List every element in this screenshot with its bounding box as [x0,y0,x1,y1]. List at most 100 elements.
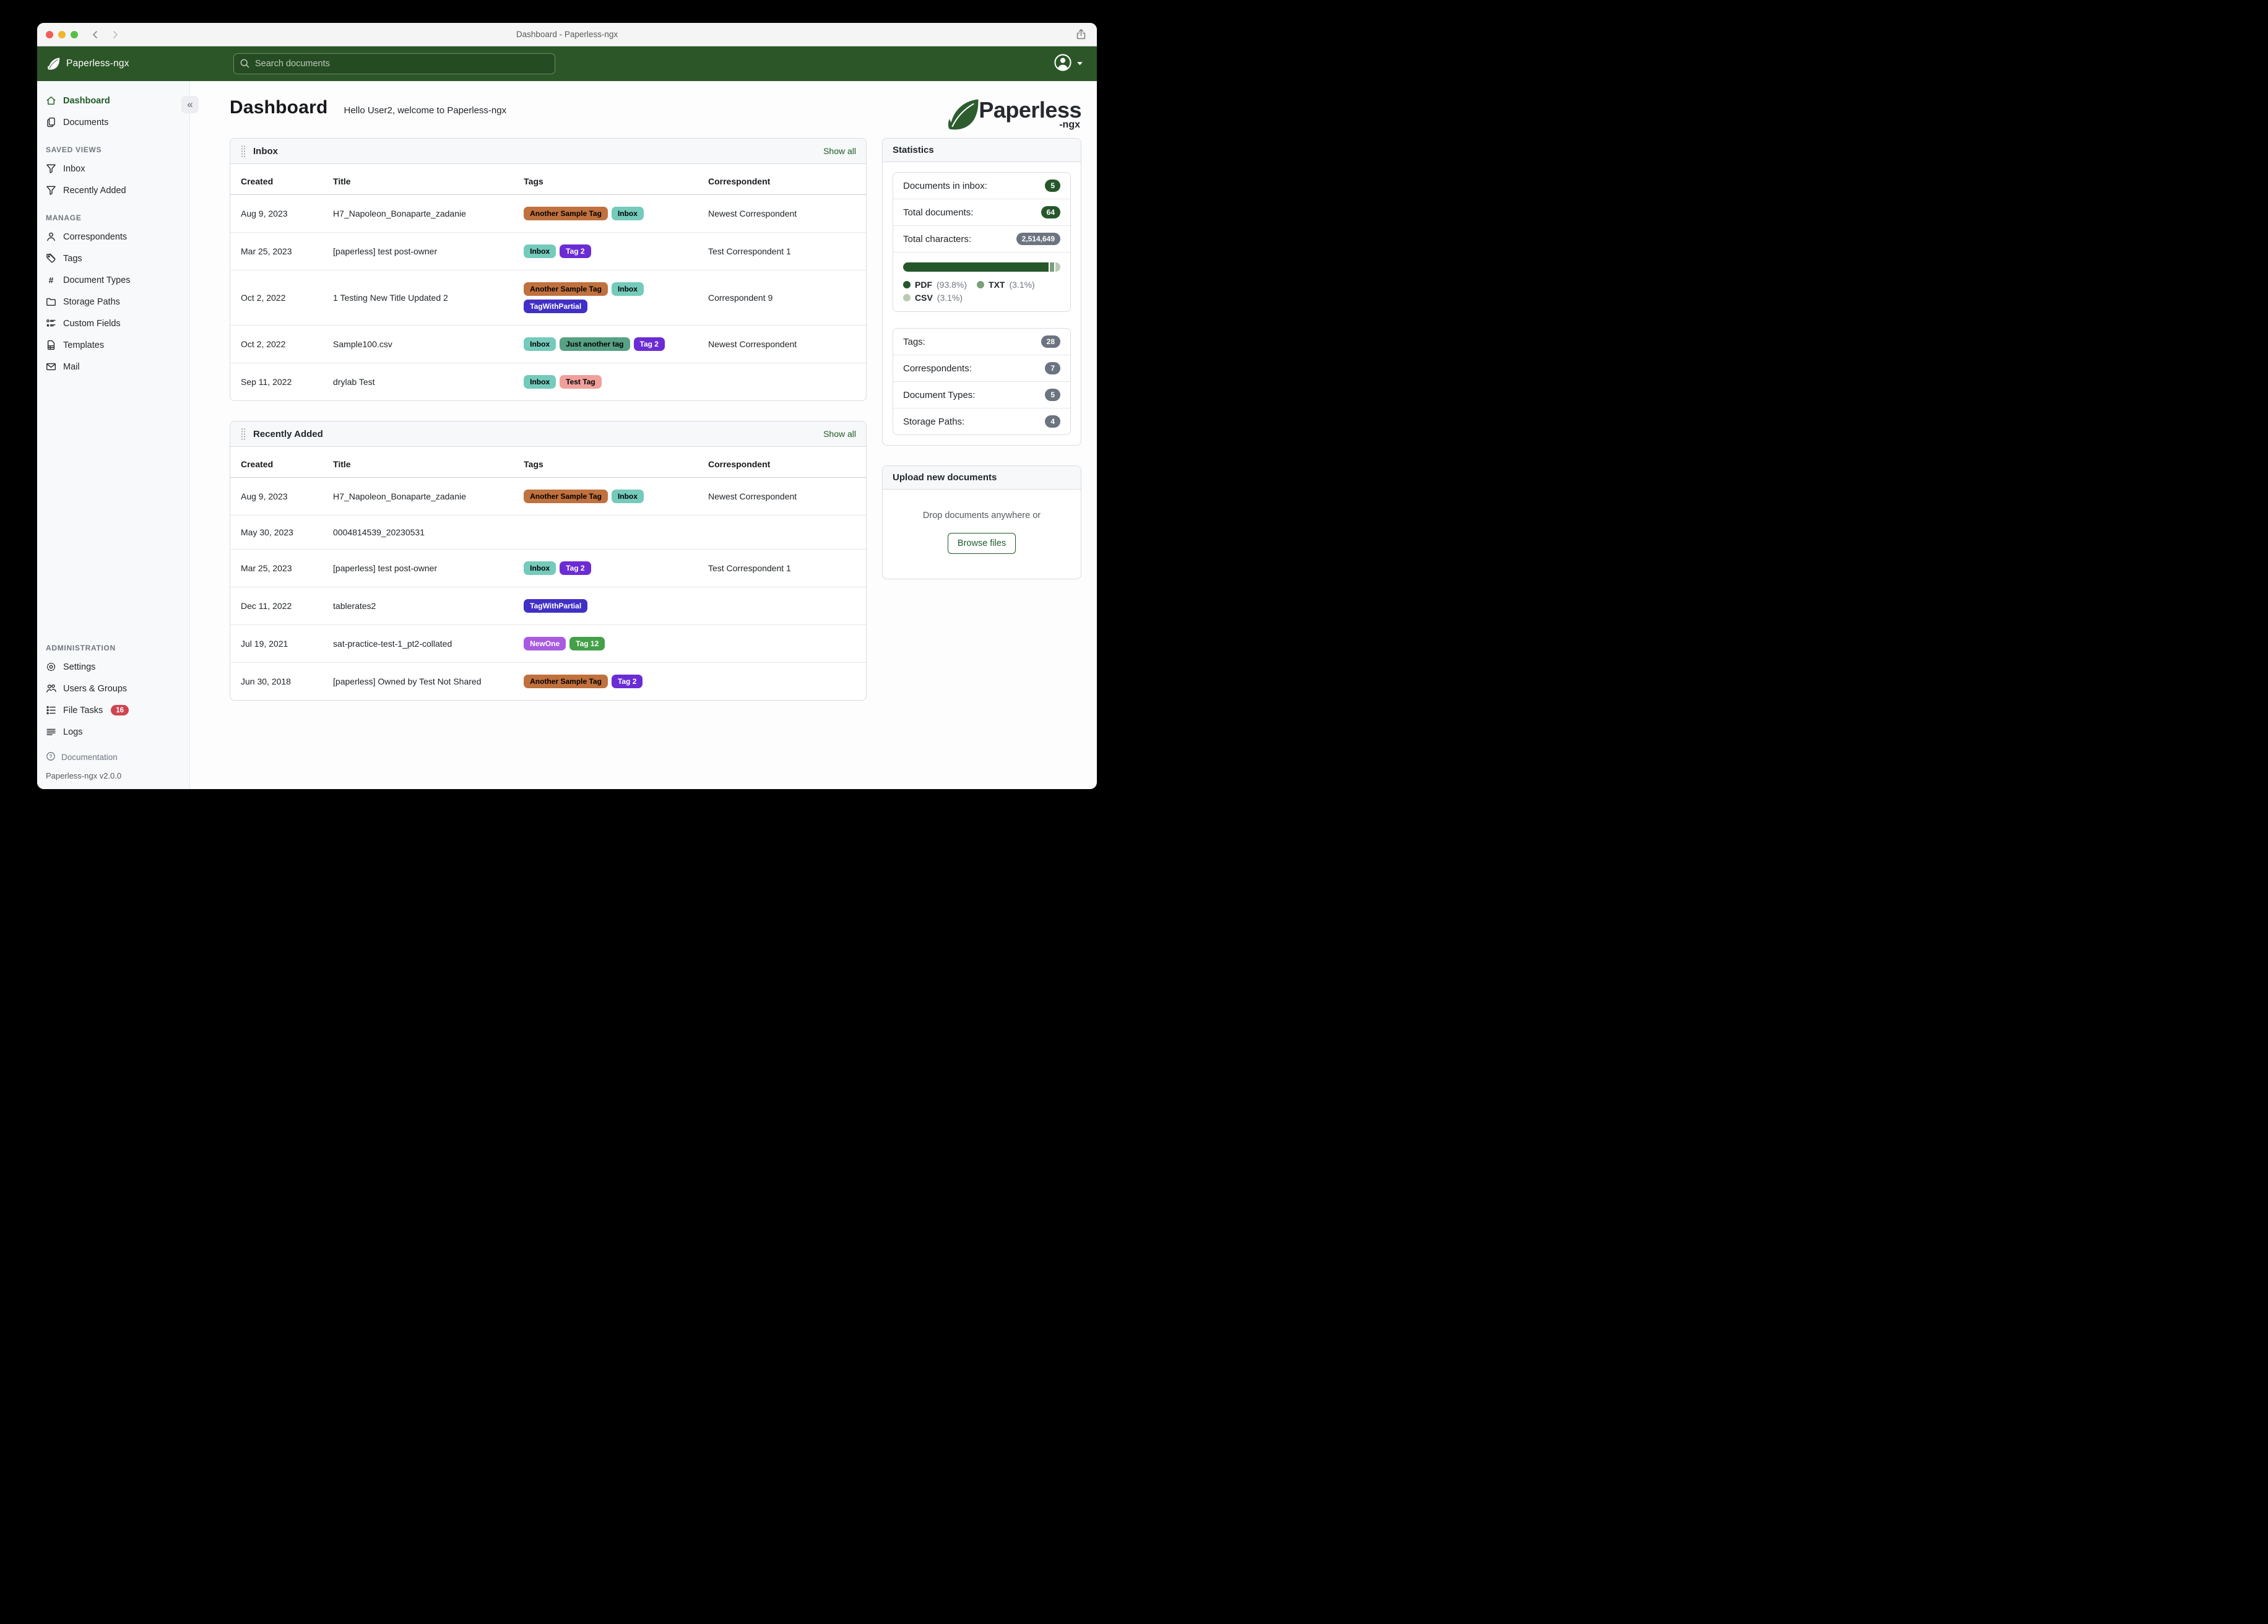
close-button[interactable] [46,30,53,38]
tag-pill[interactable]: Tag 2 [560,244,591,258]
doc-title[interactable]: drylab Test [326,363,517,400]
sidebar-item-tags[interactable]: Tags [37,248,189,269]
sidebar-item-templates[interactable]: Templates [37,334,189,356]
share-icon[interactable] [1075,28,1087,40]
sidebar-item-label: Document Types [63,275,131,285]
table-row[interactable]: Mar 25, 2023 [paperless] test post-owner I… [230,549,866,587]
brand-link[interactable]: Paperless-ngx [37,57,233,71]
back-icon[interactable] [90,30,100,40]
traffic-lights [37,30,78,38]
sidebar-item-users-groups[interactable]: Users & Groups [37,678,189,699]
doc-correspondent[interactable] [700,624,866,663]
folder-icon [46,296,56,307]
tag-pill[interactable]: Another Sample Tag [524,207,608,220]
tag-pill[interactable]: NewOne [524,637,566,650]
show-all-link[interactable]: Show all [823,429,856,439]
doc-correspondent[interactable] [700,363,866,400]
sidebar-item-documents[interactable]: Documents [37,111,189,133]
tag-pill[interactable]: Tag 2 [560,561,591,575]
doc-title[interactable]: H7_Napoleon_Bonaparte_zadanie [326,195,516,233]
user-menu[interactable] [1054,53,1083,75]
sidebar-item-mail[interactable]: Mail [37,356,189,378]
drag-handle-icon[interactable] [240,428,246,440]
sidebar-item-storage-paths[interactable]: Storage Paths [37,291,189,313]
stat-value-badge: 28 [1041,335,1060,348]
tag-pill[interactable]: TagWithPartial [524,300,588,313]
doc-title[interactable]: tablerates2 [326,587,517,625]
doc-title[interactable]: Sample100.csv [326,325,517,363]
tag-pill[interactable]: Inbox [611,282,644,296]
sidebar-item-logs[interactable]: Logs [37,721,189,743]
doc-title[interactable]: [paperless] test post-owner [326,549,517,587]
tag-pill[interactable]: Another Sample Tag [524,490,608,503]
doc-title[interactable]: 0004814539_20230531 [326,515,517,550]
doc-correspondent[interactable]: Test Correspondent 1 [700,232,866,270]
doc-title[interactable]: H7_Napoleon_Bonaparte_zadanie [326,478,516,516]
table-row[interactable]: Mar 25, 2023 [paperless] test post-owner I… [230,232,866,270]
paperless-logo: Paperless -ngx [946,98,1081,132]
doc-correspondent[interactable]: Newest Correspondent [701,478,866,516]
sidebar-item-inbox[interactable]: Inbox [37,158,189,179]
tag-pill[interactable]: Tag 12 [569,637,605,650]
doc-correspondent[interactable] [700,515,866,550]
table-row[interactable]: Jul 19, 2021 sat-practice-test-1_pt2-coll… [230,624,866,663]
sidebar-item-custom-fields[interactable]: Custom Fields [37,313,189,334]
tag-pill[interactable]: Inbox [524,561,556,575]
sidebar-item-recently-added[interactable]: Recently Added [37,179,189,201]
tag-pill[interactable]: Inbox [611,490,644,503]
sidebar-item-document-types[interactable]: # Document Types [37,269,189,291]
doc-correspondent[interactable]: Test Correspondent 1 [700,549,866,587]
tag-pill[interactable]: Another Sample Tag [524,675,608,688]
tag-pill[interactable]: TagWithPartial [524,599,588,613]
upload-dropzone[interactable]: Drop documents anywhere or Browse files [883,490,1081,579]
sidebar-item-dashboard[interactable]: Dashboard [37,90,189,111]
zoom-button[interactable] [71,30,78,38]
version-text: Paperless-ngx v2.0.0 [46,771,122,780]
table-row[interactable]: Aug 9, 2023 H7_Napoleon_Bonaparte_zadanie… [230,478,866,516]
doc-correspondent[interactable] [700,587,866,625]
stat-value-badge: 7 [1045,362,1060,374]
stat-row: Tags: 28 [893,329,1070,355]
doc-title[interactable]: 1 Testing New Title Updated 2 [326,270,517,326]
stat-row: Storage Paths: 4 [893,408,1070,434]
search-input[interactable] [233,53,555,74]
doc-title[interactable]: sat-practice-test-1_pt2-collated [326,624,517,663]
table-row[interactable]: Oct 2, 2022 1 Testing New Title Updated 2… [230,270,866,326]
table-row[interactable]: May 30, 2023 0004814539_20230531 [230,515,866,550]
doc-title[interactable]: [paperless] test post-owner [326,232,517,270]
doc-correspondent[interactable]: Newest Correspondent [701,195,866,233]
tag-pill[interactable]: Inbox [611,207,644,220]
doc-correspondent[interactable] [700,662,866,700]
minimize-button[interactable] [58,30,66,38]
tasks-icon [46,705,56,715]
documentation-link[interactable]: ? Documentation [46,748,181,767]
tag-pill[interactable]: Tag 2 [611,675,643,688]
doc-title[interactable]: [paperless] Owned by Test Not Shared [326,662,517,700]
collapse-sidebar-button[interactable]: « [181,96,199,113]
tag-pill[interactable]: Inbox [524,375,556,389]
tag-pill[interactable]: Another Sample Tag [524,282,608,296]
card-title: Recently Added [253,428,323,439]
show-all-link[interactable]: Show all [823,146,856,156]
legend-name: TXT [989,280,1005,290]
table-row[interactable]: Sep 11, 2022 drylab Test Inbox Test Tag [230,363,866,400]
tag-pill[interactable]: Inbox [524,244,556,258]
sidebar-item-settings[interactable]: Settings [37,656,189,678]
browse-files-button[interactable]: Browse files [947,533,1016,554]
table-row[interactable]: Jun 30, 2018 [paperless] Owned by Test No… [230,662,866,700]
drag-handle-icon[interactable] [240,145,246,157]
sidebar-item-file-tasks[interactable]: File Tasks 16 [37,699,189,721]
tag-pill[interactable]: Just another tag [560,337,630,351]
table-row[interactable]: Aug 9, 2023 H7_Napoleon_Bonaparte_zadanie… [230,195,866,233]
doc-tags-cell: Another Sample Tag Inbox [516,195,701,233]
doc-correspondent[interactable]: Correspondent 9 [700,270,866,326]
sidebar-item-correspondents[interactable]: Correspondents [37,226,189,248]
tag-pill[interactable]: Inbox [524,337,556,351]
table-row[interactable]: Dec 11, 2022 tablerates2 TagWithPartial [230,587,866,625]
card-header: Statistics [883,139,1081,162]
tag-pill[interactable]: Tag 2 [633,337,665,351]
forward-icon[interactable] [110,30,120,40]
tag-pill[interactable]: Test Tag [560,375,602,389]
table-row[interactable]: Oct 2, 2022 Sample100.csv Inbox Just anothe… [230,325,866,363]
doc-correspondent[interactable]: Newest Correspondent [700,325,866,363]
